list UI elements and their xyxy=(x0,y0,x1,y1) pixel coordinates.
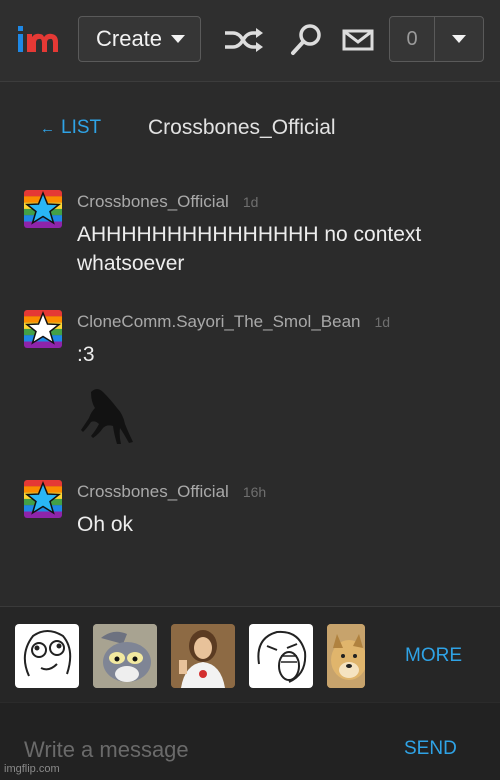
top-navbar: Create 0 xyxy=(0,0,500,82)
message-timestamp: 1d xyxy=(242,194,259,210)
message-timestamp: 1d xyxy=(374,314,391,330)
message-input[interactable] xyxy=(24,737,324,763)
message-text: :3 xyxy=(77,343,95,366)
username-text: CloneComm.Sayori_The_Smol_Bean xyxy=(77,312,361,331)
dark-creature-image[interactable] xyxy=(77,384,137,446)
message-username[interactable]: Crossbones_Official 16h xyxy=(77,482,266,502)
message-username[interactable]: CloneComm.Sayori_The_Smol_Bean 1d xyxy=(77,312,390,332)
rainbow-star-avatar[interactable] xyxy=(24,480,62,518)
account-dropdown-button[interactable] xyxy=(434,16,484,62)
buddy-christ-meme[interactable] xyxy=(171,624,235,688)
watermark: imgflip.com xyxy=(4,763,60,775)
back-arrow-icon: ← xyxy=(40,119,55,137)
message-item: Crossbones_Official 16h Oh ok xyxy=(0,480,500,560)
meme-picker-strip: MORE xyxy=(0,606,500,702)
username-text: Crossbones_Official xyxy=(77,482,229,501)
back-label: LIST xyxy=(61,117,102,138)
chevron-down-icon xyxy=(171,35,186,43)
message-item: Crossbones_Official 1d AHHHHHHHHHHHHHHH n… xyxy=(0,190,500,280)
rainbow-star-avatar[interactable] xyxy=(24,190,62,228)
more-memes-button[interactable]: MORE xyxy=(405,645,462,667)
mail-icon[interactable] xyxy=(340,22,376,58)
derp-face-meme[interactable] xyxy=(15,624,79,688)
create-button[interactable]: Create xyxy=(78,16,201,62)
username-text: Crossbones_Official xyxy=(77,192,229,211)
message-compose-bar: SEND xyxy=(0,703,500,780)
doge-meme[interactable] xyxy=(327,624,365,688)
message-timestamp: 16h xyxy=(242,484,267,500)
back-to-list-link[interactable]: ← LIST xyxy=(40,117,101,139)
create-label: Create xyxy=(96,26,163,51)
message-text: AHHHHHHHHHHHHHHH no context whatsoever xyxy=(77,223,422,275)
conversation-header: ← LIST Crossbones_Official xyxy=(0,100,500,150)
shuffle-icon[interactable] xyxy=(221,22,267,58)
search-icon[interactable] xyxy=(286,22,326,58)
rainbow-white-star-avatar[interactable] xyxy=(24,310,62,348)
chevron-down-icon xyxy=(452,35,466,43)
lol-face-meme[interactable] xyxy=(249,624,313,688)
conversation-title: Crossbones_Official xyxy=(148,116,336,139)
imgflip-logo-icon[interactable] xyxy=(16,22,64,58)
send-button[interactable]: SEND xyxy=(404,738,457,760)
unsettled-tom-meme[interactable] xyxy=(93,624,157,688)
message-item: CloneComm.Sayori_The_Smol_Bean 1d :3 xyxy=(0,310,500,460)
notification-count[interactable]: 0 xyxy=(389,16,435,62)
message-username[interactable]: Crossbones_Official 1d xyxy=(77,192,258,212)
message-text: Oh ok xyxy=(77,513,134,536)
